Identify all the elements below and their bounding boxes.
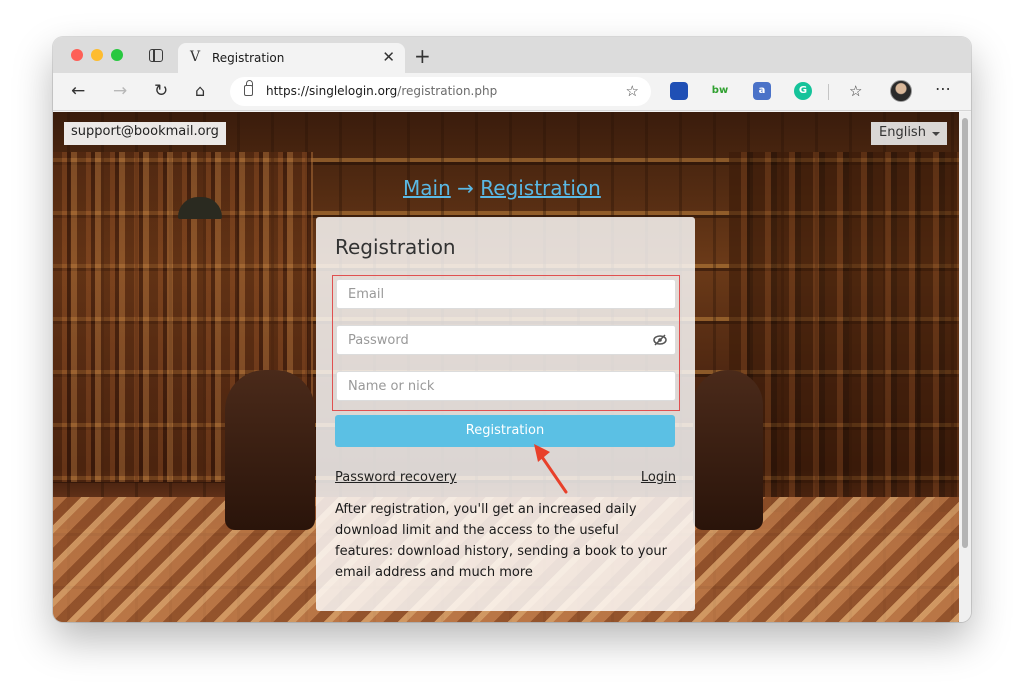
extension-icon[interactable]: [670, 82, 688, 100]
breadcrumb-arrow-icon: →: [457, 176, 474, 200]
address-bar[interactable]: https://singlelogin.org/registration.php…: [230, 77, 651, 106]
tab-title: Registration: [212, 51, 285, 65]
site-favicon-icon: V: [190, 49, 201, 65]
home-icon[interactable]: ⌂: [195, 81, 205, 101]
forward-icon[interactable]: →: [113, 81, 127, 101]
password-recovery-link[interactable]: Password recovery: [335, 470, 457, 485]
breadcrumb-main-link[interactable]: Main: [403, 176, 451, 200]
chevron-down-icon: [932, 132, 940, 136]
scrollbar[interactable]: [959, 112, 971, 622]
name-placeholder: Name or nick: [348, 379, 435, 394]
close-tab-icon[interactable]: ✕: [382, 48, 395, 66]
page-title: Registration: [335, 235, 456, 259]
name-field[interactable]: Name or nick: [336, 371, 676, 401]
back-icon[interactable]: ←: [71, 81, 85, 101]
background-bookshelf: [729, 152, 959, 512]
maximize-window-button[interactable]: [111, 49, 123, 61]
email-field[interactable]: Email: [336, 279, 676, 309]
extension-icon[interactable]: bw: [711, 82, 729, 100]
browser-toolbar: ← → ↻ ⌂ https://singlelogin.org/registra…: [53, 73, 971, 111]
language-select[interactable]: English: [871, 122, 947, 145]
support-email[interactable]: support@bookmail.org: [64, 122, 226, 145]
new-tab-icon[interactable]: +: [414, 44, 431, 68]
favorites-icon[interactable]: ☆: [849, 81, 862, 101]
registration-card: Registration Email Password Name or nick: [316, 217, 695, 611]
toolbar-divider: [828, 84, 829, 100]
scrollbar-thumb[interactable]: [962, 118, 968, 548]
eye-off-icon[interactable]: [653, 334, 667, 346]
breadcrumb-current-link[interactable]: Registration: [480, 176, 601, 200]
tab-strip: V Registration ✕ +: [53, 37, 971, 73]
page-viewport: support@bookmail.org English Main → Regi…: [53, 112, 959, 622]
language-label: English: [879, 125, 926, 140]
browser-window: V Registration ✕ + ← → ↻ ⌂ https://singl…: [53, 37, 971, 622]
url-path: /registration.php: [397, 84, 498, 98]
annotation-arrow-icon: [534, 444, 568, 494]
lock-icon[interactable]: [244, 80, 253, 96]
registration-info-text: After registration, you'll get an increa…: [335, 502, 668, 580]
password-placeholder: Password: [348, 333, 409, 348]
more-icon[interactable]: ⋯: [935, 79, 951, 99]
sidebar-icon[interactable]: [149, 49, 163, 62]
favorite-star-icon[interactable]: ☆: [626, 82, 639, 100]
avatar[interactable]: [890, 80, 912, 102]
login-link[interactable]: Login: [641, 470, 676, 485]
tab-registration[interactable]: V Registration ✕: [178, 43, 405, 73]
background-chair: [225, 370, 315, 530]
extension-icon[interactable]: a: [753, 82, 771, 100]
registration-button[interactable]: Registration: [335, 415, 675, 447]
url-text[interactable]: https://singlelogin.org/registration.php: [266, 84, 497, 98]
password-field[interactable]: Password: [336, 325, 676, 355]
refresh-icon[interactable]: ↻: [154, 81, 168, 101]
breadcrumb: Main → Registration: [403, 176, 601, 200]
minimize-window-button[interactable]: [91, 49, 103, 61]
extension-icon[interactable]: G: [794, 82, 812, 100]
close-window-button[interactable]: [71, 49, 83, 61]
email-placeholder: Email: [348, 287, 385, 302]
url-host: https://singlelogin.org: [266, 84, 398, 98]
background-chair: [693, 370, 763, 530]
highlighted-fields-box: Email Password Name or nick: [332, 275, 680, 411]
